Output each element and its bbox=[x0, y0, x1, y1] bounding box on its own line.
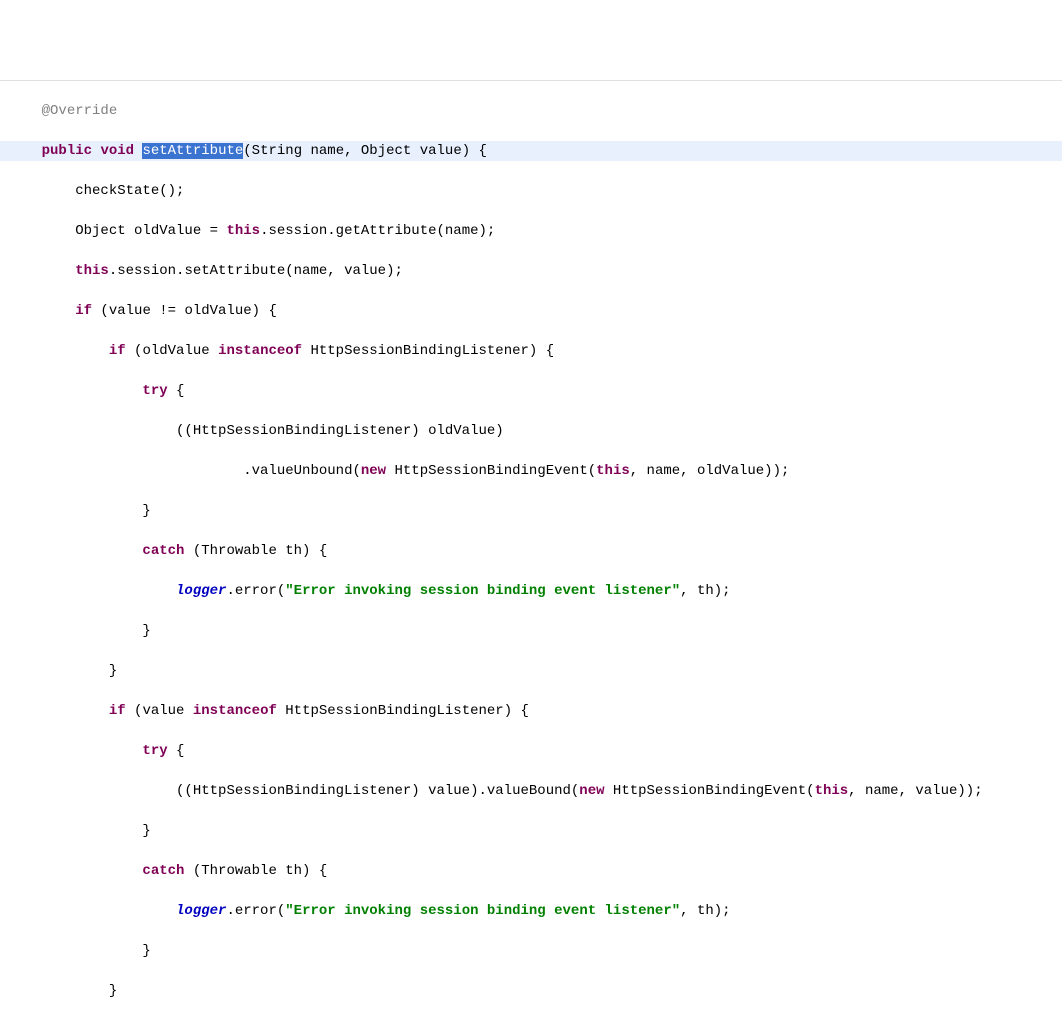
text: HttpSessionBindingListener) { bbox=[302, 343, 554, 359]
code-line[interactable]: logger.error("Error invoking session bin… bbox=[0, 581, 1062, 601]
annotation: @Override bbox=[42, 103, 118, 119]
keyword-catch: catch bbox=[142, 863, 184, 879]
text: HttpSessionBindingEvent( bbox=[605, 783, 815, 799]
code-line[interactable]: } bbox=[0, 941, 1062, 961]
code-line[interactable]: } bbox=[0, 821, 1062, 841]
code-line[interactable]: try { bbox=[0, 381, 1062, 401]
code-line[interactable]: logger.error("Error invoking session bin… bbox=[0, 901, 1062, 921]
text: .error( bbox=[226, 903, 285, 919]
text: ((HttpSessionBindingListener) value).val… bbox=[176, 783, 579, 799]
code-line[interactable]: if (value instanceof HttpSessionBindingL… bbox=[0, 701, 1062, 721]
text: , th); bbox=[680, 583, 730, 599]
keyword-new: new bbox=[579, 783, 604, 799]
string-literal: "Error invoking session binding event li… bbox=[285, 583, 680, 599]
text: (Throwable th) { bbox=[184, 863, 327, 879]
text: (value bbox=[126, 703, 193, 719]
code-line[interactable]: if (oldValue instanceof HttpSessionBindi… bbox=[0, 341, 1062, 361]
keyword-this: this bbox=[596, 463, 630, 479]
text: Object oldValue = bbox=[75, 223, 226, 239]
brace: } bbox=[142, 503, 150, 519]
keyword-if: if bbox=[75, 303, 92, 319]
method-name-selected[interactable]: setAttribute bbox=[142, 143, 243, 159]
text: , th); bbox=[680, 903, 730, 919]
brace: } bbox=[142, 943, 150, 959]
keyword-void: void bbox=[100, 143, 134, 159]
text: { bbox=[168, 743, 185, 759]
code-line-highlighted[interactable]: public void setAttribute(String name, Ob… bbox=[0, 141, 1062, 161]
brace: } bbox=[109, 663, 117, 679]
code-line[interactable]: catch (Throwable th) { bbox=[0, 861, 1062, 881]
static-field-logger: logger bbox=[176, 903, 226, 919]
text: (Throwable th) { bbox=[184, 543, 327, 559]
keyword-this: this bbox=[226, 223, 260, 239]
string-literal: "Error invoking session binding event li… bbox=[285, 903, 680, 919]
code-line[interactable]: this.session.setAttribute(name, value); bbox=[0, 261, 1062, 281]
text: (value != oldValue) { bbox=[92, 303, 277, 319]
keyword-instanceof: instanceof bbox=[218, 343, 302, 359]
text: .valueUnbound( bbox=[243, 463, 361, 479]
code-line[interactable]: } bbox=[0, 981, 1062, 1001]
code-line[interactable]: .valueUnbound(new HttpSessionBindingEven… bbox=[0, 461, 1062, 481]
text: HttpSessionBindingListener) { bbox=[277, 703, 529, 719]
text: .session.getAttribute(name); bbox=[260, 223, 495, 239]
keyword-this: this bbox=[75, 263, 109, 279]
keyword-new: new bbox=[361, 463, 386, 479]
keyword-this: this bbox=[815, 783, 849, 799]
code-line[interactable]: } bbox=[0, 621, 1062, 641]
text: , name, value)); bbox=[848, 783, 982, 799]
brace: } bbox=[109, 983, 117, 999]
code-editor[interactable]: @Override public void setAttribute(Strin… bbox=[0, 80, 1062, 1020]
keyword-try: try bbox=[142, 383, 167, 399]
text: .session.setAttribute(name, value); bbox=[109, 263, 403, 279]
static-field-logger: logger bbox=[176, 583, 226, 599]
keyword-catch: catch bbox=[142, 543, 184, 559]
code-line[interactable]: Object oldValue = this.session.getAttrib… bbox=[0, 221, 1062, 241]
brace: } bbox=[142, 823, 150, 839]
code-line[interactable]: } bbox=[0, 661, 1062, 681]
code-line[interactable]: try { bbox=[0, 741, 1062, 761]
text: , name, oldValue)); bbox=[630, 463, 790, 479]
code-line[interactable]: @Override bbox=[0, 101, 1062, 121]
text: .error( bbox=[226, 583, 285, 599]
text: { bbox=[168, 383, 185, 399]
keyword-if: if bbox=[109, 703, 126, 719]
brace: } bbox=[142, 623, 150, 639]
text: (oldValue bbox=[126, 343, 218, 359]
code-line[interactable]: if (value != oldValue) { bbox=[0, 301, 1062, 321]
keyword-public: public bbox=[42, 143, 92, 159]
text: HttpSessionBindingEvent( bbox=[386, 463, 596, 479]
text: ((HttpSessionBindingListener) oldValue) bbox=[176, 423, 504, 439]
keyword-if: if bbox=[109, 343, 126, 359]
code-line[interactable]: checkState(); bbox=[0, 181, 1062, 201]
keyword-instanceof: instanceof bbox=[193, 703, 277, 719]
keyword-try: try bbox=[142, 743, 167, 759]
code-line[interactable]: catch (Throwable th) { bbox=[0, 541, 1062, 561]
statement: checkState(); bbox=[75, 183, 184, 199]
code-line[interactable]: ((HttpSessionBindingListener) oldValue) bbox=[0, 421, 1062, 441]
code-line[interactable]: ((HttpSessionBindingListener) value).val… bbox=[0, 781, 1062, 801]
code-line[interactable]: } bbox=[0, 501, 1062, 521]
signature-rest: (String name, Object value) { bbox=[243, 143, 487, 159]
